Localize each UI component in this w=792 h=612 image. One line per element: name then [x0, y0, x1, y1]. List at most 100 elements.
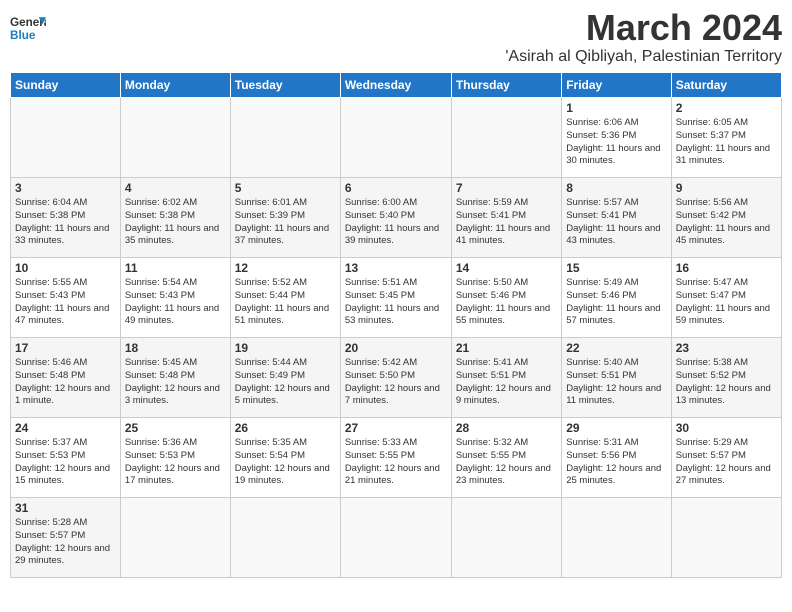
day-info: Sunrise: 6:01 AM Sunset: 5:39 PM Dayligh… [235, 197, 336, 248]
calendar-cell: 29 Sunrise: 5:31 AM Sunset: 5:56 PM Dayli… [562, 418, 671, 498]
day-number: 8 [566, 181, 666, 195]
day-info: Sunrise: 5:44 AM Sunset: 5:49 PM Dayligh… [235, 357, 336, 408]
day-number: 2 [676, 101, 777, 115]
calendar-cell: 18 Sunrise: 5:45 AM Sunset: 5:48 PM Dayli… [120, 338, 230, 418]
calendar-cell [230, 98, 340, 178]
day-info: Sunrise: 5:38 AM Sunset: 5:52 PM Dayligh… [676, 357, 777, 408]
calendar-cell [451, 98, 561, 178]
calendar-cell: 14 Sunrise: 5:50 AM Sunset: 5:46 PM Dayli… [451, 258, 561, 338]
logo: General Blue [10, 10, 46, 46]
calendar-cell: 6 Sunrise: 6:00 AM Sunset: 5:40 PM Daylig… [340, 178, 451, 258]
day-number: 26 [235, 421, 336, 435]
day-info: Sunrise: 5:45 AM Sunset: 5:48 PM Dayligh… [125, 357, 226, 408]
day-info: Sunrise: 5:31 AM Sunset: 5:56 PM Dayligh… [566, 437, 666, 488]
week-row-4: 17Sunrise: 5:46 AM Sunset: 5:48 PM Dayli… [11, 338, 782, 418]
day-header-wednesday: Wednesday [340, 73, 451, 98]
calendar-cell: 7 Sunrise: 5:59 AM Sunset: 5:41 PM Daylig… [451, 178, 561, 258]
calendar-cell: 2 Sunrise: 6:05 AM Sunset: 5:37 PM Daylig… [671, 98, 781, 178]
day-number: 12 [235, 261, 336, 275]
calendar-cell: 25Sunrise: 5:36 AM Sunset: 5:53 PM Dayli… [120, 418, 230, 498]
day-number: 18 [125, 341, 226, 355]
calendar-cell [120, 98, 230, 178]
week-row-5: 24 Sunrise: 5:37 AM Sunset: 5:53 PM Dayli… [11, 418, 782, 498]
day-number: 19 [235, 341, 336, 355]
day-info: Sunrise: 5:59 AM Sunset: 5:41 PM Dayligh… [456, 197, 557, 248]
day-header-sunday: Sunday [11, 73, 121, 98]
subtitle: 'Asirah al Qibliyah, Palestinian Territo… [505, 48, 782, 66]
day-number: 28 [456, 421, 557, 435]
calendar-cell: 10 Sunrise: 5:55 AM Sunset: 5:43 PM Dayli… [11, 258, 121, 338]
calendar-cell [230, 498, 340, 578]
day-number: 20 [345, 341, 447, 355]
day-info: Sunrise: 5:54 AM Sunset: 5:43 PM Dayligh… [125, 277, 226, 328]
day-number: 24 [15, 421, 116, 435]
day-info: Sunrise: 6:04 AM Sunset: 5:38 PM Dayligh… [15, 197, 116, 248]
day-header-tuesday: Tuesday [230, 73, 340, 98]
calendar-cell: 28 Sunrise: 5:32 AM Sunset: 5:55 PM Dayli… [451, 418, 561, 498]
day-info: Sunrise: 5:55 AM Sunset: 5:43 PM Dayligh… [15, 277, 116, 328]
day-info: Sunrise: 5:40 AM Sunset: 5:51 PM Dayligh… [566, 357, 666, 408]
day-number: 30 [676, 421, 777, 435]
calendar-cell: 12Sunrise: 5:52 AM Sunset: 5:44 PM Dayli… [230, 258, 340, 338]
calendar-cell: 16Sunrise: 5:47 AM Sunset: 5:47 PM Dayli… [671, 258, 781, 338]
week-row-2: 3 Sunrise: 6:04 AM Sunset: 5:38 PM Daylig… [11, 178, 782, 258]
calendar-cell [340, 498, 451, 578]
day-info: Sunrise: 5:42 AM Sunset: 5:50 PM Dayligh… [345, 357, 447, 408]
calendar-cell: 26 Sunrise: 5:35 AM Sunset: 5:54 PM Dayli… [230, 418, 340, 498]
calendar-cell [671, 498, 781, 578]
day-info: Sunrise: 5:37 AM Sunset: 5:53 PM Dayligh… [15, 437, 116, 488]
calendar-cell: 5 Sunrise: 6:01 AM Sunset: 5:39 PM Daylig… [230, 178, 340, 258]
day-info: Sunrise: 5:29 AM Sunset: 5:57 PM Dayligh… [676, 437, 777, 488]
day-number: 7 [456, 181, 557, 195]
day-info: Sunrise: 5:32 AM Sunset: 5:55 PM Dayligh… [456, 437, 557, 488]
header: General Blue March 2024 'Asirah al Qibli… [10, 10, 782, 66]
title-area: March 2024 'Asirah al Qibliyah, Palestin… [505, 10, 782, 66]
day-header-saturday: Saturday [671, 73, 781, 98]
calendar-cell: 15 Sunrise: 5:49 AM Sunset: 5:46 PM Dayli… [562, 258, 671, 338]
day-info: Sunrise: 5:57 AM Sunset: 5:41 PM Dayligh… [566, 197, 666, 248]
day-number: 13 [345, 261, 447, 275]
day-number: 9 [676, 181, 777, 195]
week-row-3: 10 Sunrise: 5:55 AM Sunset: 5:43 PM Dayli… [11, 258, 782, 338]
calendar-cell [451, 498, 561, 578]
calendar-cell [120, 498, 230, 578]
calendar-cell: 9 Sunrise: 5:56 AM Sunset: 5:42 PM Daylig… [671, 178, 781, 258]
day-info: Sunrise: 5:49 AM Sunset: 5:46 PM Dayligh… [566, 277, 666, 328]
svg-text:Blue: Blue [10, 29, 36, 42]
calendar-table: SundayMondayTuesdayWednesdayThursdayFrid… [10, 72, 782, 578]
day-info: Sunrise: 5:47 AM Sunset: 5:47 PM Dayligh… [676, 277, 777, 328]
day-header-monday: Monday [120, 73, 230, 98]
day-number: 11 [125, 261, 226, 275]
day-info: Sunrise: 5:35 AM Sunset: 5:54 PM Dayligh… [235, 437, 336, 488]
week-row-6: 31 Sunrise: 5:28 AM Sunset: 5:57 PM Dayli… [11, 498, 782, 578]
calendar-cell: 23 Sunrise: 5:38 AM Sunset: 5:52 PM Dayli… [671, 338, 781, 418]
calendar-cell: 21Sunrise: 5:41 AM Sunset: 5:51 PM Dayli… [451, 338, 561, 418]
day-header-friday: Friday [562, 73, 671, 98]
day-number: 23 [676, 341, 777, 355]
day-number: 14 [456, 261, 557, 275]
day-info: Sunrise: 6:06 AM Sunset: 5:36 PM Dayligh… [566, 117, 666, 168]
day-info: Sunrise: 6:05 AM Sunset: 5:37 PM Dayligh… [676, 117, 777, 168]
day-number: 3 [15, 181, 116, 195]
day-number: 29 [566, 421, 666, 435]
day-number: 17 [15, 341, 116, 355]
calendar-cell [562, 498, 671, 578]
day-number: 6 [345, 181, 447, 195]
calendar-cell: 4Sunrise: 6:02 AM Sunset: 5:38 PM Daylig… [120, 178, 230, 258]
day-info: Sunrise: 6:02 AM Sunset: 5:38 PM Dayligh… [125, 197, 226, 248]
day-number: 5 [235, 181, 336, 195]
day-number: 10 [15, 261, 116, 275]
day-info: Sunrise: 5:50 AM Sunset: 5:46 PM Dayligh… [456, 277, 557, 328]
calendar-cell: 3 Sunrise: 6:04 AM Sunset: 5:38 PM Daylig… [11, 178, 121, 258]
day-info: Sunrise: 5:51 AM Sunset: 5:45 PM Dayligh… [345, 277, 447, 328]
day-info: Sunrise: 6:00 AM Sunset: 5:40 PM Dayligh… [345, 197, 447, 248]
day-info: Sunrise: 5:28 AM Sunset: 5:57 PM Dayligh… [15, 517, 116, 568]
day-number: 31 [15, 501, 116, 515]
calendar-cell [11, 98, 121, 178]
day-number: 15 [566, 261, 666, 275]
calendar-cell: 11 Sunrise: 5:54 AM Sunset: 5:43 PM Dayli… [120, 258, 230, 338]
calendar-cell: 20 Sunrise: 5:42 AM Sunset: 5:50 PM Dayli… [340, 338, 451, 418]
calendar-cell: 22Sunrise: 5:40 AM Sunset: 5:51 PM Dayli… [562, 338, 671, 418]
day-info: Sunrise: 5:41 AM Sunset: 5:51 PM Dayligh… [456, 357, 557, 408]
day-info: Sunrise: 5:56 AM Sunset: 5:42 PM Dayligh… [676, 197, 777, 248]
